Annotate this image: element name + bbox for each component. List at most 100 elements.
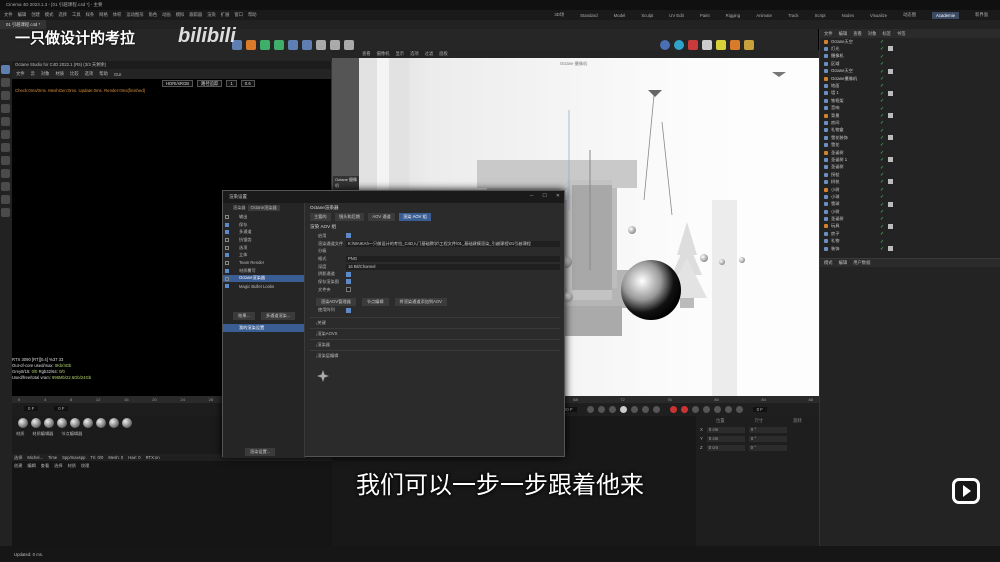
- pos-y-field[interactable]: 0 cm: [706, 435, 745, 442]
- octane-live-icon[interactable]: [646, 40, 656, 50]
- ov-menu-cloud[interactable]: 云: [31, 71, 35, 77]
- settings-item-checkbox[interactable]: [225, 230, 229, 235]
- minimize-icon[interactable]: ─: [530, 193, 534, 199]
- aov-setting-checkbox[interactable]: [346, 287, 351, 293]
- last-frame-icon[interactable]: [652, 405, 660, 413]
- material-tag-icon[interactable]: [888, 112, 893, 118]
- scale-key-icon[interactable]: [735, 405, 743, 413]
- collapsible-section[interactable]: › 渲染器: [310, 339, 560, 350]
- color-mode-select[interactable]: HDRI/sRGB: [162, 80, 194, 87]
- visibility-check-icon[interactable]: ✓: [880, 216, 884, 222]
- octane-sphere-icon[interactable]: [660, 40, 670, 50]
- next-key-icon[interactable]: [641, 405, 649, 413]
- object-row[interactable]: Octane天空 ✓: [820, 38, 1000, 45]
- object-row[interactable]: 玩具 ✓: [820, 223, 1000, 230]
- visibility-check-icon[interactable]: ✓: [880, 135, 884, 141]
- visibility-check-icon[interactable]: ✓: [880, 202, 884, 208]
- prev-frame-icon[interactable]: [608, 405, 616, 413]
- object-row[interactable]: 圣诞树 ✓: [820, 215, 1000, 222]
- visibility-check-icon[interactable]: ✓: [880, 98, 884, 104]
- object-row[interactable]: 小树 ✓: [820, 186, 1000, 193]
- prev-key-icon[interactable]: [597, 405, 605, 413]
- object-row[interactable]: 房子 ✓: [820, 230, 1000, 237]
- rot-z-field[interactable]: 0 °: [748, 444, 787, 451]
- menu-tools[interactable]: 工具: [72, 12, 81, 18]
- visibility-check-icon[interactable]: ✓: [880, 172, 884, 178]
- keyframe-icon[interactable]: [691, 405, 699, 413]
- cube-icon[interactable]: [274, 40, 284, 50]
- layout-tab[interactable]: 新界面: [975, 12, 988, 18]
- effect-button[interactable]: 效果...: [233, 311, 255, 320]
- tab-material-editor[interactable]: 材质编辑器: [32, 431, 53, 437]
- object-row[interactable]: 铁框架 ✓: [820, 97, 1000, 104]
- octane-camera-icon[interactable]: [702, 40, 712, 50]
- object-row[interactable]: 小树 ✓: [820, 208, 1000, 215]
- next-frame-icon[interactable]: [630, 405, 638, 413]
- render-mode-select[interactable]: 路径追踪: [197, 80, 223, 87]
- ov-menu-gui[interactable]: GUI: [114, 72, 122, 77]
- object-row[interactable]: 灯光 ✓: [820, 45, 1000, 52]
- visibility-check-icon[interactable]: ✓: [880, 142, 884, 148]
- object-row[interactable]: 地面 ✓: [820, 82, 1000, 89]
- visibility-check-icon[interactable]: ✓: [880, 231, 884, 237]
- menu-simulate[interactable]: 模拟: [176, 12, 185, 18]
- visibility-check-icon[interactable]: ✓: [880, 46, 884, 52]
- settings-item[interactable]: 输出: [223, 213, 304, 221]
- menu-help[interactable]: 帮助: [248, 12, 257, 18]
- snap-icon[interactable]: [1, 182, 10, 191]
- polygons-icon[interactable]: [1, 143, 10, 152]
- visibility-check-icon[interactable]: ✓: [880, 179, 884, 185]
- om-menu[interactable]: 书签: [897, 31, 906, 37]
- settings-item-checkbox[interactable]: [225, 222, 229, 227]
- menu-character[interactable]: 角色: [149, 12, 158, 18]
- layout-tab[interactable]: 3D场: [554, 12, 564, 18]
- tab-materials[interactable]: 材质: [16, 431, 24, 437]
- use-array-checkbox[interactable]: [346, 307, 351, 313]
- close-icon[interactable]: ✕: [556, 193, 560, 199]
- visibility-check-icon[interactable]: ✓: [880, 157, 884, 163]
- object-row[interactable]: 雪花 ✓: [820, 141, 1000, 148]
- grid-icon[interactable]: [1, 195, 10, 204]
- layout-tab[interactable]: UV Edit: [669, 13, 684, 18]
- aov-manager-button[interactable]: 渲染AOV管理器: [316, 297, 356, 306]
- octane-light-icon[interactable]: [716, 40, 726, 50]
- spline-icon[interactable]: [288, 40, 298, 50]
- move-icon[interactable]: [1, 78, 10, 87]
- motion-icon[interactable]: [702, 405, 710, 413]
- layout-tab[interactable]: Standard: [580, 13, 597, 18]
- settings-item-checkbox[interactable]: [225, 268, 229, 273]
- aov-setting-checkbox[interactable]: [346, 233, 351, 239]
- ov-menu-objects[interactable]: 对象: [41, 71, 50, 77]
- layout-tab[interactable]: 动态图: [903, 12, 916, 18]
- om-menu[interactable]: 查看: [853, 31, 862, 37]
- visibility-check-icon[interactable]: ✓: [880, 165, 884, 171]
- layout-tab[interactable]: Script: [815, 13, 826, 18]
- am-menu[interactable]: 模式: [824, 260, 833, 266]
- settings-item-checkbox[interactable]: [225, 284, 229, 289]
- object-row[interactable]: 音响 ✓: [820, 105, 1000, 112]
- light-icon[interactable]: [330, 40, 340, 50]
- material-ball[interactable]: [69, 418, 80, 428]
- settings-item[interactable]: Magic Bullet Looks: [223, 282, 304, 290]
- multipass-button[interactable]: 多通道渲染...: [260, 311, 296, 320]
- visibility-check-icon[interactable]: ✓: [880, 150, 884, 156]
- menu-window[interactable]: 窗口: [234, 12, 243, 18]
- material-ball[interactable]: [30, 418, 41, 428]
- visibility-check-icon[interactable]: ✓: [880, 209, 884, 215]
- aov-setting-value[interactable]: 16 Bit/Channel: [346, 263, 560, 270]
- am-menu[interactable]: 用户数据: [853, 260, 870, 266]
- object-row[interactable]: 小球 ✓: [820, 193, 1000, 200]
- om-menu[interactable]: 标签: [882, 31, 891, 37]
- renderer-select[interactable]: Octane渲染器: [247, 205, 280, 211]
- material-ball[interactable]: [121, 418, 132, 428]
- node-edit-button[interactable]: 节点编辑: [361, 297, 389, 306]
- settings-item-checkbox[interactable]: [225, 276, 229, 281]
- aov-setting-checkbox[interactable]: [346, 279, 351, 285]
- menu-tracker[interactable]: 跟踪器: [189, 12, 202, 18]
- tab-aov[interactable]: AOV 通道: [368, 213, 395, 221]
- visibility-check-icon[interactable]: ✓: [880, 54, 884, 60]
- rot-key-icon[interactable]: [724, 405, 732, 413]
- play-icon[interactable]: [619, 405, 627, 413]
- octane-render-icon[interactable]: [688, 40, 698, 50]
- fps-field[interactable]: 0 F: [752, 406, 767, 412]
